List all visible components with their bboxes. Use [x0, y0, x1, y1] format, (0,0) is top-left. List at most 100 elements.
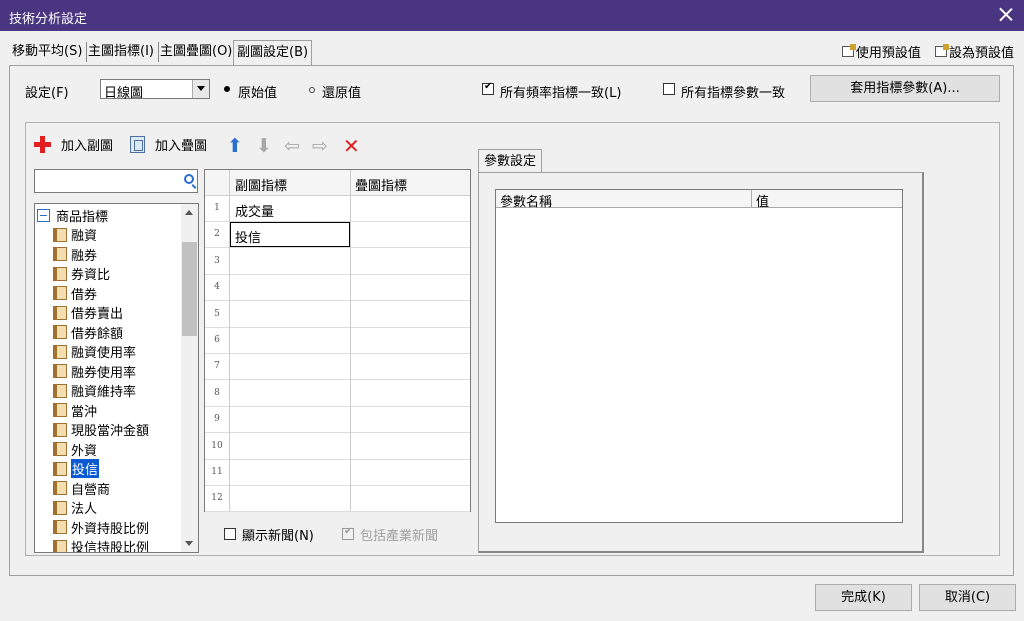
- show-news-checkbox[interactable]: [224, 528, 236, 540]
- table-row[interactable]: 9: [205, 407, 470, 434]
- table-row[interactable]: 3: [205, 249, 470, 275]
- settings-label: 設定(F): [25, 86, 69, 101]
- move-down-icon[interactable]: ⬇: [256, 137, 272, 156]
- tree-item[interactable]: 券資比: [53, 264, 110, 283]
- col-value: 值: [756, 195, 770, 210]
- move-left-icon[interactable]: ⇦: [284, 137, 300, 156]
- add-sub-chart-button[interactable]: 加入副圖: [34, 135, 113, 154]
- param-panel: 參數設定 參數名稱 值: [478, 149, 926, 555]
- radio-original-label: 原始值: [238, 86, 278, 101]
- set-default-icon: [934, 44, 949, 57]
- tree-item[interactable]: 外資: [53, 440, 97, 459]
- grid-divider: [350, 170, 351, 511]
- book-icon: [53, 286, 67, 300]
- scroll-down-icon[interactable]: [185, 541, 193, 546]
- all-params-checkbox[interactable]: [663, 83, 675, 95]
- tree-item[interactable]: 投信持股比例: [53, 537, 149, 552]
- search-icon[interactable]: [184, 174, 194, 184]
- scroll-thumb[interactable]: [182, 242, 197, 336]
- tab-main-indicator[interactable]: 主圖指標(I): [85, 40, 159, 64]
- chevron-down-icon[interactable]: [192, 80, 209, 98]
- table-row[interactable]: 1 成交量: [205, 196, 470, 222]
- radio-original[interactable]: [221, 83, 233, 95]
- book-icon: [53, 383, 67, 398]
- table-row[interactable]: 5: [205, 302, 470, 328]
- book-icon: [53, 461, 67, 476]
- tree-item[interactable]: 法人: [53, 498, 97, 517]
- book-icon: [53, 500, 67, 515]
- tab-moving-average[interactable]: 移動平均(S): [9, 40, 88, 64]
- header-divider: [751, 190, 752, 208]
- apply-params-button[interactable]: 套用指標參數(A)...: [810, 75, 1000, 102]
- sub-chart-grid: 副圖指標 疊圖指標 1 成交量 2 投信 3 4 5 6 7 8 9 10 11 1…: [204, 169, 471, 513]
- table-row[interactable]: 10: [205, 434, 470, 460]
- tree-item[interactable]: 融券: [53, 245, 97, 264]
- scroll-up-icon[interactable]: [185, 210, 193, 215]
- all-freq-checkbox[interactable]: [482, 81, 494, 95]
- delete-icon[interactable]: ✕: [343, 136, 360, 156]
- show-news-label: 顯示新聞(N): [242, 529, 314, 544]
- book-icon: [53, 442, 67, 456]
- col-param-name: 參數名稱: [500, 195, 553, 210]
- frequency-select[interactable]: 日線圖: [100, 79, 210, 101]
- tree-item[interactable]: 當沖: [53, 401, 97, 420]
- indicator-tree: 商品指標 融資 融券 券資比 借券 借券賣出 借券餘額 融資使用率 融券使用率 …: [34, 203, 199, 553]
- table-row[interactable]: 2 投信: [205, 222, 470, 249]
- move-right-icon[interactable]: ⇨: [312, 137, 328, 156]
- plus-icon: [34, 136, 51, 153]
- table-row[interactable]: 12: [205, 486, 470, 513]
- add-overlay-button[interactable]: 加入疊圖: [130, 135, 207, 154]
- include-industry-label: 包括產業新聞: [360, 529, 439, 544]
- table-row[interactable]: 8: [205, 381, 470, 407]
- set-default-link[interactable]: 設為預設值: [934, 42, 1014, 61]
- table-row[interactable]: 6: [205, 328, 470, 354]
- tree-item-selected[interactable]: 投信: [53, 459, 100, 478]
- table-row[interactable]: 7: [205, 354, 470, 381]
- book-icon: [53, 422, 67, 437]
- close-icon[interactable]: [998, 6, 1014, 22]
- tree-item[interactable]: 現股當沖金額: [53, 420, 149, 439]
- tab-main-overlay[interactable]: 主圖疊圖(O): [157, 40, 238, 64]
- tab-param-settings[interactable]: 參數設定: [478, 149, 543, 173]
- move-up-icon[interactable]: ⬆: [227, 137, 243, 156]
- tree-item[interactable]: 借券賣出: [53, 303, 123, 322]
- tree-item[interactable]: 融資維持率: [53, 381, 136, 400]
- tab-sub-chart-settings[interactable]: 副圖設定(B): [233, 40, 313, 65]
- grid-header: 副圖指標 疊圖指標: [205, 170, 470, 196]
- tree-item[interactable]: 融券使用率: [53, 362, 136, 381]
- book-icon: [53, 520, 67, 534]
- top-links: 使用預設值 設為預設值: [832, 42, 1014, 61]
- window-title: 技術分析設定: [9, 12, 88, 27]
- grid-divider: [229, 170, 230, 511]
- book-icon: [53, 325, 67, 339]
- col-sub-indicator: 副圖指標: [235, 179, 288, 194]
- book-icon: [53, 481, 67, 495]
- ok-button[interactable]: 完成(K): [815, 584, 912, 611]
- tree-scrollbar[interactable]: [181, 204, 198, 552]
- tree-item[interactable]: 外資持股比例: [53, 518, 149, 537]
- book-icon: [53, 227, 67, 242]
- book-icon: [53, 364, 67, 378]
- tree-item[interactable]: 自營商: [53, 479, 110, 498]
- radio-restore[interactable]: [305, 83, 317, 95]
- collapse-icon[interactable]: [37, 209, 50, 222]
- tree-item[interactable]: 借券餘額: [53, 323, 123, 342]
- tree-root[interactable]: 商品指標: [37, 206, 108, 225]
- use-default-link[interactable]: 使用預設值: [841, 42, 921, 61]
- book-icon: [53, 305, 67, 320]
- include-industry-checkbox[interactable]: [342, 526, 354, 540]
- tree-item[interactable]: 融資使用率: [53, 342, 136, 361]
- tree-item[interactable]: 融資: [53, 225, 97, 244]
- use-default-icon: [841, 44, 856, 57]
- book-icon: [53, 247, 67, 261]
- book-icon: [53, 539, 67, 552]
- overlay-icon: [130, 136, 145, 153]
- search-input[interactable]: [34, 169, 198, 193]
- cancel-button[interactable]: 取消(C): [919, 584, 1016, 611]
- all-freq-label: 所有頻率指標一致(L): [500, 86, 622, 101]
- table-row[interactable]: 11: [205, 460, 470, 486]
- radio-restore-label: 還原值: [322, 86, 362, 101]
- book-icon: [53, 266, 67, 281]
- table-row[interactable]: 4: [205, 275, 470, 302]
- tree-item[interactable]: 借券: [53, 284, 97, 303]
